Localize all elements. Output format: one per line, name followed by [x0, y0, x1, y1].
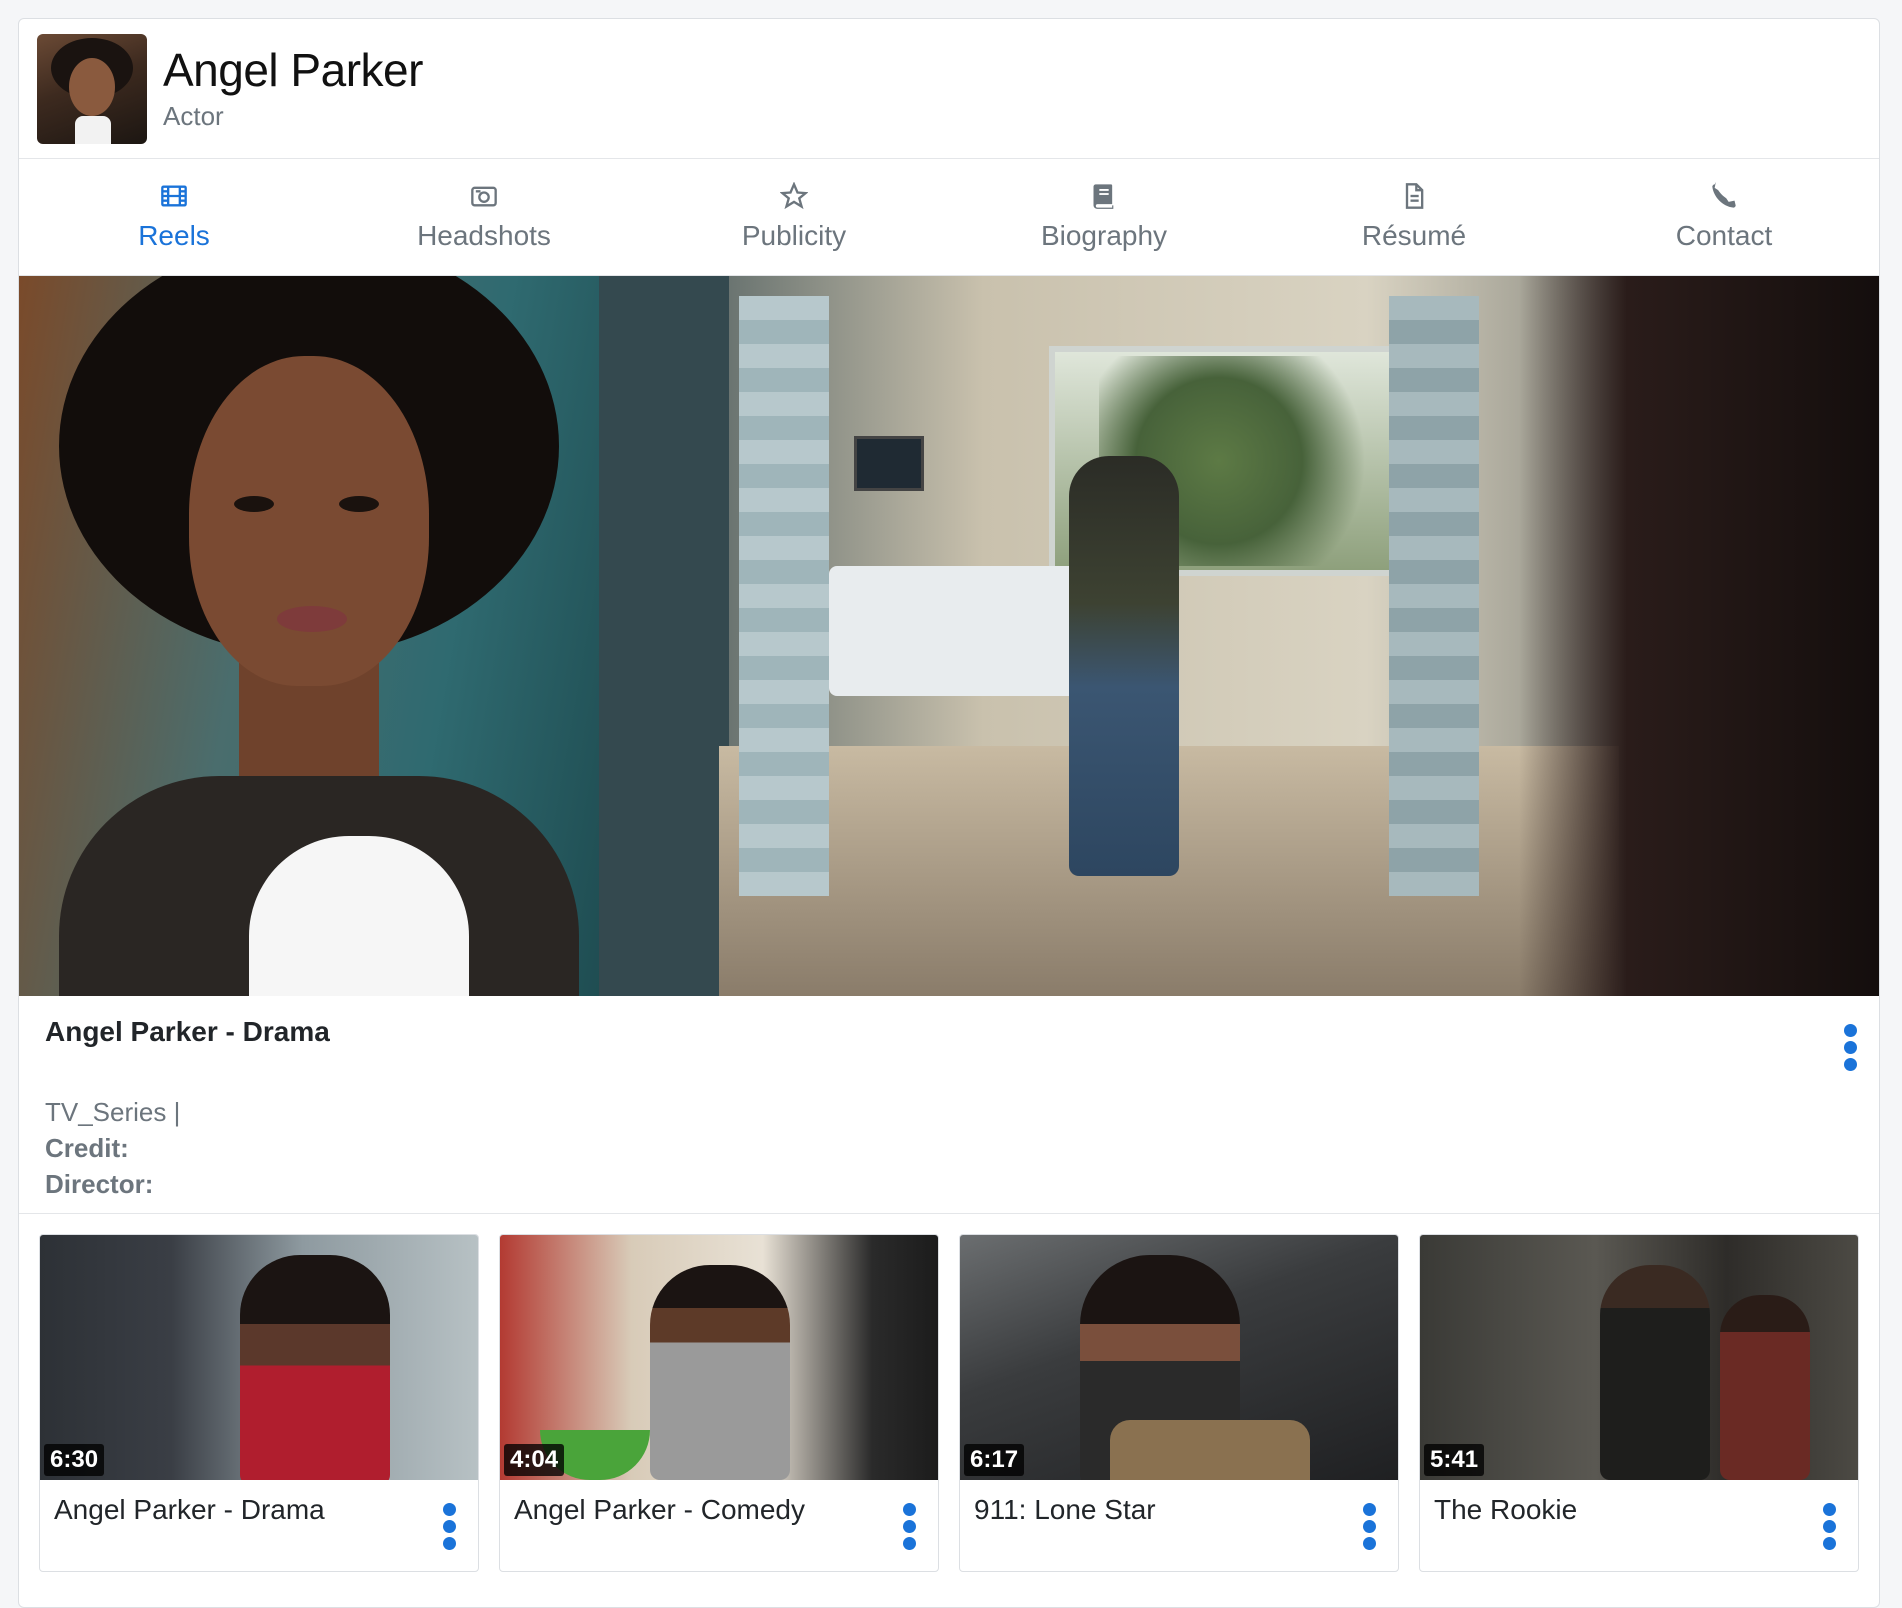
film-icon: [161, 185, 187, 207]
tab-resume[interactable]: Résumé: [1259, 159, 1569, 275]
duration-badge: 6:30: [44, 1444, 105, 1476]
duration-badge: 4:04: [504, 1444, 565, 1476]
reel-title: Angel Parker - Comedy: [514, 1494, 806, 1525]
reel-title: Angel Parker - Drama: [54, 1494, 325, 1525]
tab-biography[interactable]: Biography: [949, 159, 1259, 275]
reel-thumbnail: 4:04: [500, 1235, 938, 1480]
reel-card[interactable]: 5:41 The Rookie: [1419, 1234, 1859, 1572]
tab-label: Contact: [1675, 220, 1773, 251]
reel-card[interactable]: 6:17 911: Lone Star: [959, 1234, 1399, 1572]
tab-headshots[interactable]: Headshots: [329, 159, 639, 275]
tab-reels[interactable]: Reels: [19, 159, 329, 275]
profile-role: Actor: [163, 101, 224, 132]
featured-reel-player[interactable]: [19, 276, 1879, 996]
more-options-icon[interactable]: [903, 1503, 916, 1550]
reel-list: 6:30 Angel Parker - Drama 4:04 Angel Par…: [19, 1214, 1879, 1592]
more-options-icon[interactable]: [1844, 1024, 1857, 1071]
tab-label: Résumé: [1361, 220, 1467, 251]
duration-badge: 6:17: [964, 1444, 1025, 1476]
title-block: Angel Parker Actor: [163, 45, 423, 133]
tab-label: Biography: [1040, 220, 1168, 251]
credit-label: Credit:: [45, 1133, 129, 1163]
more-options-icon[interactable]: [1363, 1503, 1376, 1550]
featured-reel-meta: TV_Series | Credit: Director:: [45, 1094, 1853, 1202]
camera-icon: [471, 186, 497, 207]
reel-thumbnail: 6:17: [960, 1235, 1398, 1480]
star-icon: [780, 182, 808, 210]
featured-reel-title: Angel Parker - Drama: [45, 1016, 330, 1047]
reel-title: The Rookie: [1434, 1494, 1578, 1525]
reel-thumbnail: 5:41: [1420, 1235, 1858, 1480]
director-label: Director:: [45, 1169, 154, 1199]
reel-category: TV_Series |: [45, 1097, 181, 1127]
profile-header: Angel Parker Actor: [19, 19, 1879, 159]
reel-card[interactable]: 6:30 Angel Parker - Drama: [39, 1234, 479, 1572]
more-options-icon[interactable]: [1823, 1503, 1836, 1550]
tab-label: Reels: [138, 220, 210, 251]
tab-publicity[interactable]: Publicity: [639, 159, 949, 275]
phone-icon: [1712, 182, 1736, 208]
tab-label: Headshots: [417, 220, 551, 251]
more-options-icon[interactable]: [443, 1503, 456, 1550]
book-icon: [1093, 184, 1114, 209]
featured-reel-info: Angel Parker - Drama TV_Series | Credit:…: [19, 996, 1879, 1214]
reel-title: 911: Lone Star: [974, 1494, 1156, 1525]
reel-thumbnail: 6:30: [40, 1235, 478, 1480]
tab-bar: Reels Headshots Publicity Biography Résu…: [19, 159, 1879, 276]
profile-name: Angel Parker: [163, 43, 423, 96]
duration-badge: 5:41: [1424, 1444, 1485, 1476]
reel-card[interactable]: 4:04 Angel Parker - Comedy: [499, 1234, 939, 1572]
profile-card: Angel Parker Actor Reels Headshots Publi…: [18, 18, 1880, 1608]
tab-label: Publicity: [741, 220, 847, 251]
avatar: [37, 33, 147, 144]
tab-contact[interactable]: Contact: [1569, 159, 1879, 275]
document-icon: [1405, 183, 1424, 209]
headshot-image: [19, 276, 599, 996]
video-still: [599, 276, 1879, 996]
